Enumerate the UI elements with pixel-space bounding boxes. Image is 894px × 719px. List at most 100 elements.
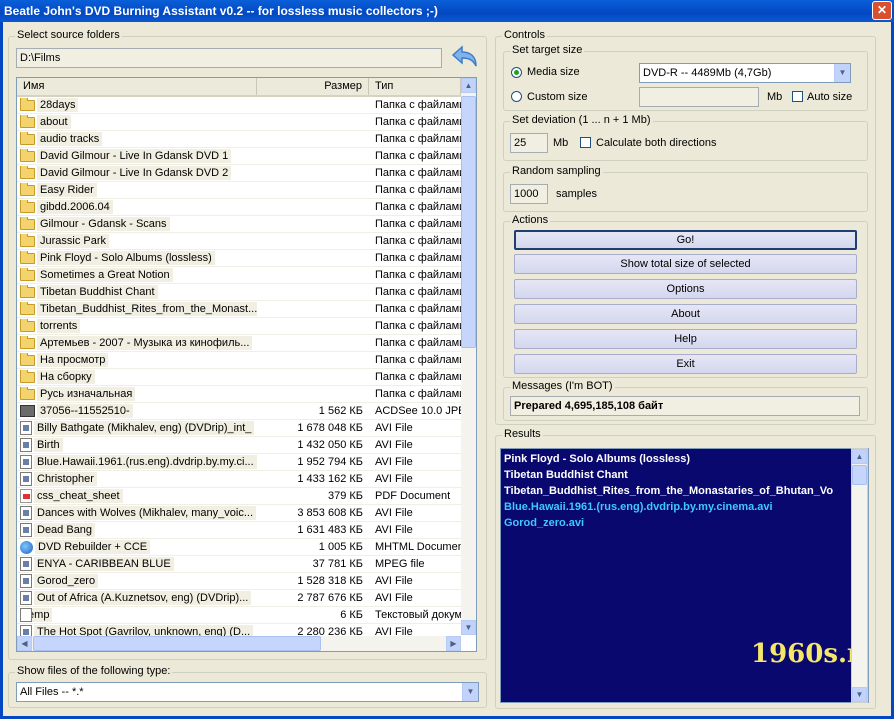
table-row[interactable]: 37056--11552510- 1 562 КБ ACDSee 10.0 JPEG <box>17 403 461 420</box>
close-icon[interactable]: ✕ <box>872 1 892 20</box>
media-size-radio[interactable] <box>511 67 522 78</box>
row-type: MHTML Document <box>375 541 461 553</box>
both-directions-checkbox[interactable] <box>580 137 591 148</box>
table-row[interactable]: Pink Floyd - Solo Albums (lossless) Папка… <box>17 250 461 267</box>
row-name: torrents <box>37 319 81 333</box>
row-size: 37 781 КБ <box>312 558 363 570</box>
chevron-down-icon[interactable]: ▼ <box>834 64 850 82</box>
file-icon <box>20 574 32 588</box>
table-row[interactable]: Gilmour - Gdansk - Scans Папка с файлами <box>17 216 461 233</box>
exit-button[interactable]: Exit <box>514 354 857 374</box>
result-line[interactable]: Blue.Hawaii.1961.(rus.eng).dvdrip.by.my.… <box>504 501 773 513</box>
results-panel[interactable]: 1960s.ru Pink Floyd - Solo Albums (lossl… <box>500 448 869 703</box>
hscroll-thumb[interactable] <box>33 636 321 651</box>
scroll-up-icon[interactable]: ▲ <box>461 78 476 93</box>
samples-input[interactable]: 1000 <box>510 184 548 204</box>
result-line[interactable]: Tibetan Buddhist Chant <box>504 469 628 481</box>
options-button[interactable]: Options <box>514 279 857 299</box>
custom-size-label: Custom size <box>527 91 588 103</box>
table-row[interactable]: David Gilmour - Live In Gdansk DVD 1 Папк… <box>17 148 461 165</box>
chevron-down-icon[interactable]: ▼ <box>462 683 478 701</box>
folder-icon <box>20 353 35 366</box>
row-name-cell: Jurassic Park <box>17 234 257 248</box>
result-line[interactable]: Gorod_zero.avi <box>504 517 584 529</box>
txt-icon <box>20 608 32 622</box>
show-total-button[interactable]: Show total size of selected <box>514 254 857 274</box>
table-row[interactable]: Tibetan Buddhist Chant Папка с файлами <box>17 284 461 301</box>
table-row[interactable]: Billy Bathgate (Mikhalev, eng) (DVDrip)_… <box>17 420 461 437</box>
table-row[interactable]: Out of Africa (A.Kuznetsov, eng) (DVDrip… <box>17 590 461 607</box>
column-name[interactable]: Имя <box>17 78 257 95</box>
table-row[interactable]: about Папка с файлами <box>17 114 461 131</box>
result-line[interactable]: Pink Floyd - Solo Albums (lossless) <box>504 453 690 465</box>
table-row[interactable]: Birth 1 432 050 КБ AVI File <box>17 437 461 454</box>
row-name-cell: DVD Rebuilder + CCE <box>17 540 257 554</box>
scroll-left-icon[interactable]: ◀ <box>17 636 32 651</box>
vertical-scrollbar[interactable]: ▲ ▼ <box>461 78 476 635</box>
table-row[interactable]: torrents Папка с файлами <box>17 318 461 335</box>
custom-size-input[interactable] <box>639 87 759 107</box>
row-name-cell: ENYA - CARIBBEAN BLUE <box>17 557 257 571</box>
deviation-label: Set deviation (1 ... n + 1 Mb) <box>510 114 653 126</box>
table-row[interactable]: Русь изначальная Папка с файлами <box>17 386 461 403</box>
deviation-input[interactable]: 25 <box>510 133 548 153</box>
table-row[interactable]: gibdd.2006.04 Папка с файлами <box>17 199 461 216</box>
table-row[interactable]: 28days Папка с файлами <box>17 97 461 114</box>
file-list[interactable]: Имя Размер Тип 28days Папка с файлами abou… <box>16 77 477 652</box>
folder-icon <box>20 98 35 111</box>
scroll-up-icon[interactable]: ▲ <box>852 449 867 464</box>
column-size[interactable]: Размер <box>257 78 369 95</box>
table-row[interactable]: Jurassic Park Папка с файлами <box>17 233 461 250</box>
table-row[interactable]: David Gilmour - Live In Gdansk DVD 2 Папк… <box>17 165 461 182</box>
table-row[interactable]: Sometimes a Great Notion Папка с файлами <box>17 267 461 284</box>
folder-icon <box>20 115 35 128</box>
file-icon <box>20 438 32 452</box>
custom-size-radio[interactable] <box>511 91 522 102</box>
table-row[interactable]: Tibetan_Buddhist_Rites_from_the_Monast..… <box>17 301 461 318</box>
results-scrollbar[interactable]: ▲ ▼ <box>851 448 868 703</box>
table-row[interactable]: temp 6 КБ Текстовый документ <box>17 607 461 624</box>
table-row[interactable]: ENYA - CARIBBEAN BLUE 37 781 КБ MPEG file <box>17 556 461 573</box>
table-row[interactable]: Christopher 1 433 162 КБ AVI File <box>17 471 461 488</box>
file-icon <box>20 523 32 537</box>
scroll-down-icon[interactable]: ▼ <box>852 687 867 702</box>
table-row[interactable]: audio tracks Папка с файлами <box>17 131 461 148</box>
row-type: Папка с файлами <box>375 235 461 247</box>
row-size: 1 562 КБ <box>318 405 363 417</box>
path-field[interactable]: D:\Films <box>16 48 442 68</box>
auto-size-checkbox[interactable] <box>792 91 803 102</box>
table-row[interactable]: Easy Rider Папка с файлами <box>17 182 461 199</box>
filter-select[interactable]: All Files -- *.* ▼ <box>16 682 479 702</box>
folder-icon <box>20 149 35 162</box>
filter-group-label: Show files of the following type: <box>15 665 173 677</box>
row-type: Папка с файлами <box>375 286 461 298</box>
go-button[interactable]: Go! <box>514 230 857 250</box>
table-row[interactable]: Артемьев - 2007 - Музыка из кинофиль... П… <box>17 335 461 352</box>
row-type: Папка с файлами <box>375 269 461 281</box>
results-scroll-thumb[interactable] <box>852 465 867 485</box>
help-button[interactable]: Help <box>514 329 857 349</box>
table-row[interactable]: Blue.Hawaii.1961.(rus.eng).dvdrip.by.my.… <box>17 454 461 471</box>
table-row[interactable]: Dead Bang 1 631 483 КБ AVI File <box>17 522 461 539</box>
row-type: AVI File <box>375 439 413 451</box>
folder-icon <box>20 302 35 315</box>
result-line[interactable]: Tibetan_Buddhist_Rites_from_the_Monastar… <box>504 485 833 497</box>
scroll-right-icon[interactable]: ▶ <box>446 636 461 651</box>
media-size-select[interactable]: DVD-R -- 4489Mb (4,7Gb) ▼ <box>639 63 851 83</box>
table-row[interactable]: На просмотр Папка с файлами <box>17 352 461 369</box>
horizontal-scrollbar[interactable]: ◀ ▶ <box>17 636 461 651</box>
table-row[interactable]: css_cheat_sheet 379 КБ PDF Document <box>17 488 461 505</box>
scroll-thumb[interactable] <box>461 96 476 348</box>
column-type[interactable]: Тип <box>369 78 461 95</box>
back-arrow-icon[interactable] <box>450 44 480 70</box>
table-row[interactable]: Gorod_zero 1 528 318 КБ AVI File <box>17 573 461 590</box>
row-name: Pink Floyd - Solo Albums (lossless) <box>37 251 215 265</box>
table-row[interactable]: На сборку Папка с файлами <box>17 369 461 386</box>
about-button[interactable]: About <box>514 304 857 324</box>
row-name-cell: Gorod_zero <box>17 574 257 588</box>
scroll-down-icon[interactable]: ▼ <box>461 620 476 635</box>
row-type: Папка с файлами <box>375 116 461 128</box>
table-row[interactable]: DVD Rebuilder + CCE 1 005 КБ MHTML Documen… <box>17 539 461 556</box>
table-row[interactable]: Dances with Wolves (Mikhalev, many_voic.… <box>17 505 461 522</box>
row-type: AVI File <box>375 473 413 485</box>
